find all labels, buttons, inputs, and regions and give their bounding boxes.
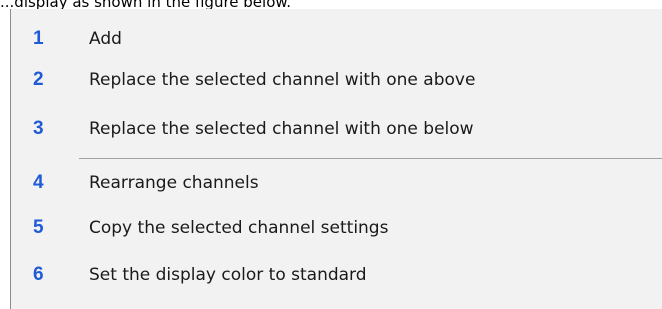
menu-item-label: Add [89, 29, 122, 49]
item-number-badge: 2 [33, 69, 44, 90]
item-number-badge: 4 [33, 172, 44, 193]
item-number-badge: 3 [33, 118, 44, 139]
caption-text: ...display as shown in the figure below. [0, 0, 292, 9]
menu-item-add[interactable]: 1 Add [11, 21, 662, 57]
menu-separator [79, 158, 662, 159]
menu-item-copy-settings[interactable]: 5 Copy the selected channel settings [11, 210, 662, 246]
menu-item-label: Copy the selected channel settings [89, 218, 389, 238]
menu-item-standard-color[interactable]: 6 Set the display color to standard [11, 257, 662, 293]
menu-item-label: Set the display color to standard [89, 265, 367, 285]
menu-item-label: Replace the selected channel with one be… [89, 119, 474, 139]
menu-item-replace-below[interactable]: 3 Replace the selected channel with one … [11, 111, 662, 147]
menu-item-label: Replace the selected channel with one ab… [89, 70, 476, 90]
menu-item-rearrange-channels[interactable]: 4 Rearrange channels [11, 165, 662, 201]
context-menu: 1 Add 2 Replace the selected channel wit… [10, 9, 662, 309]
item-number-badge: 6 [33, 264, 44, 285]
item-number-badge: 1 [33, 28, 44, 49]
item-number-badge: 5 [33, 217, 44, 238]
menu-item-replace-above[interactable]: 2 Replace the selected channel with one … [11, 62, 662, 98]
menu-item-label: Rearrange channels [89, 173, 259, 193]
